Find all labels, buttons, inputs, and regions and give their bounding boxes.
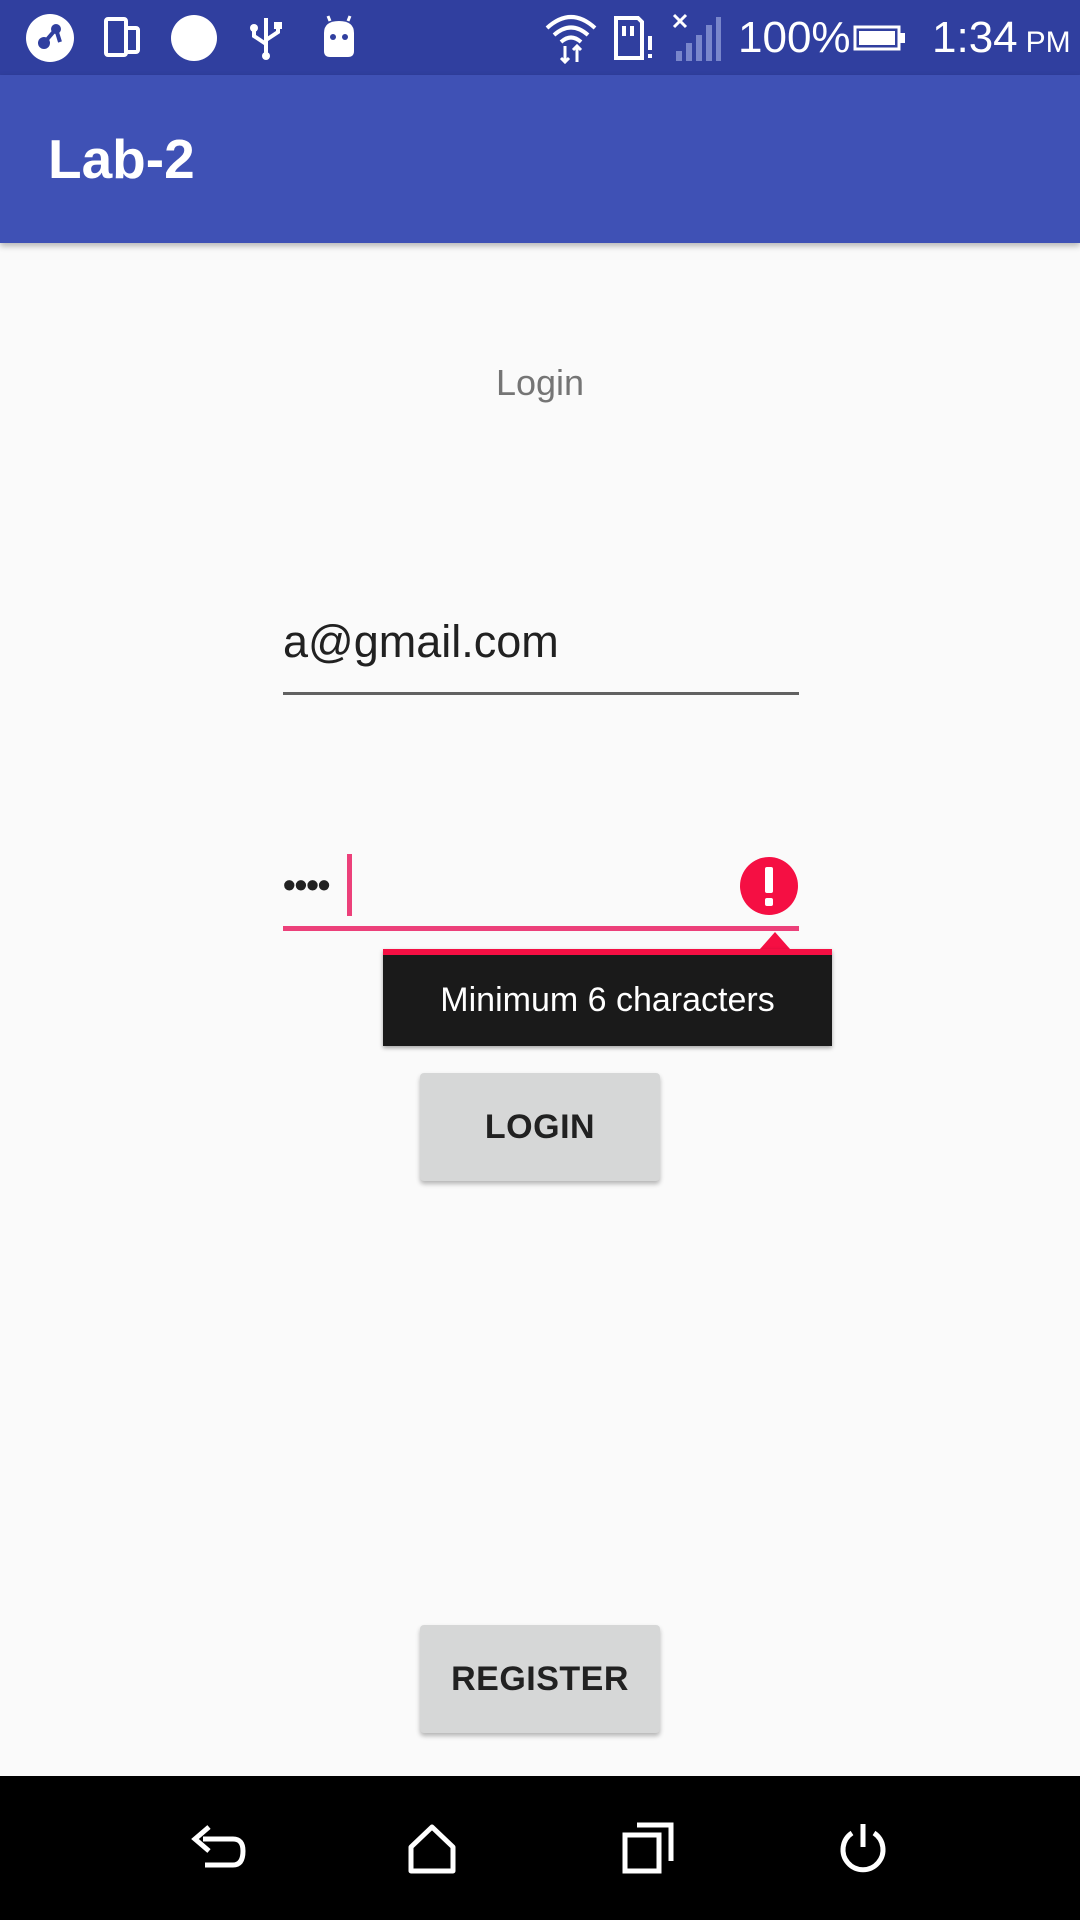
android-icon xyxy=(320,0,358,75)
email-value: a@gmail.com xyxy=(283,616,559,667)
sd-card-icon xyxy=(612,0,656,75)
app-title: Lab-2 xyxy=(48,128,195,190)
status-bar: 100% 1:34 PM xyxy=(0,0,1080,75)
register-button[interactable]: REGISTER xyxy=(420,1625,660,1733)
tooltip-arrow xyxy=(760,932,790,949)
password-masked-value: •••• xyxy=(283,864,330,905)
clock: 1:34 PM xyxy=(932,0,1071,75)
usb-icon xyxy=(248,0,284,75)
wifi-icon xyxy=(543,0,599,75)
login-button[interactable]: LOGIN xyxy=(420,1073,660,1181)
phone-rotate-icon xyxy=(102,0,142,75)
power-icon[interactable] xyxy=(803,1776,923,1920)
text-cursor xyxy=(347,854,352,916)
error-message: Minimum 6 characters xyxy=(440,981,775,1019)
circle-icon xyxy=(170,0,218,75)
password-field[interactable]: •••• xyxy=(283,838,799,931)
home-icon[interactable] xyxy=(372,1776,492,1920)
recents-icon[interactable] xyxy=(588,1776,708,1920)
signal-icon xyxy=(672,0,722,75)
error-tooltip: Minimum 6 characters xyxy=(383,949,832,1046)
navigation-bar xyxy=(0,1776,1080,1920)
login-heading: Login xyxy=(495,362,585,403)
battery-icon xyxy=(853,0,909,75)
clock-ampm: PM xyxy=(1025,26,1071,59)
app-bar: Lab-2 xyxy=(0,75,1080,243)
email-field[interactable]: a@gmail.com xyxy=(283,600,799,695)
battery-percent: 100% xyxy=(738,13,851,62)
app-icon xyxy=(24,0,76,75)
error-icon xyxy=(739,856,799,921)
clock-time: 1:34 xyxy=(932,13,1018,62)
back-icon[interactable] xyxy=(157,1776,277,1920)
